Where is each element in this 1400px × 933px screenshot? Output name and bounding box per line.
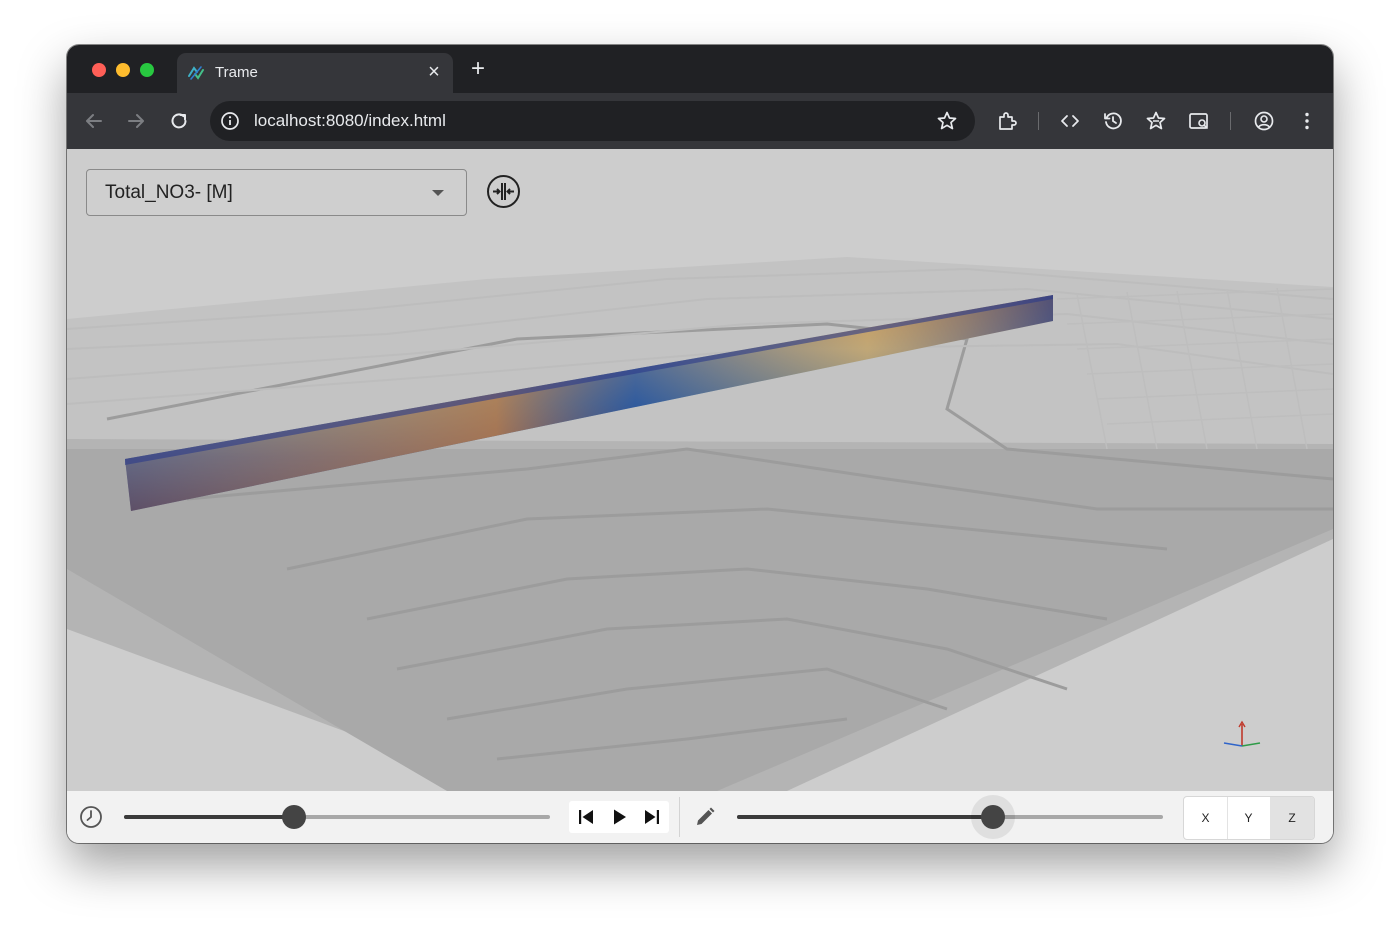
tab-trame[interactable]: Trame × [177,53,453,93]
play-icon[interactable] [607,805,631,829]
tab-title: Trame [215,64,258,81]
first-frame-icon[interactable] [574,805,598,829]
3d-render-view[interactable] [67,149,1333,791]
reset-camera-button[interactable] [486,174,521,209]
close-window-button[interactable] [92,63,106,77]
time-slider[interactable] [124,805,550,829]
scale-slider[interactable] [737,795,1163,839]
view-z-button[interactable]: Z [1270,797,1314,839]
maximize-window-button[interactable] [140,63,154,77]
tab-search-icon[interactable] [1187,109,1211,133]
last-frame-icon[interactable] [640,805,664,829]
reset-camera-icon [487,175,520,208]
trame-logo-icon [185,62,207,84]
view-x-button[interactable]: X [1184,797,1228,839]
view-direction-buttons: X Y Z [1183,796,1315,840]
tab-close-button[interactable]: × [425,62,443,82]
url-text: localhost:8080/index.html [254,111,446,130]
field-select[interactable]: Total_NO3- [M] [86,169,467,216]
browser-toolbar: localhost:8080/index.html [67,93,1333,149]
clock-icon [79,805,103,829]
minimize-window-button[interactable] [116,63,130,77]
toolbar-separator [1038,112,1039,130]
reading-list-icon[interactable] [1144,109,1168,133]
app-content: Total_NO3- [M] X Y Z [67,149,1333,843]
title-bar: Trame × + [67,45,1333,93]
scale-slider-thumb[interactable] [981,805,1005,829]
toolbar-separator [1230,112,1231,130]
scale-slider-fill [737,815,993,819]
time-slider-thumb[interactable] [282,805,306,829]
control-separator [679,797,680,837]
menu-icon[interactable] [1295,109,1319,133]
new-tab-button[interactable]: + [467,57,489,81]
address-bar[interactable]: localhost:8080/index.html [210,101,975,141]
history-icon[interactable] [1101,109,1125,133]
bookmark-star-icon[interactable] [935,109,959,133]
control-bar: X Y Z [67,791,1333,843]
profile-icon[interactable] [1252,109,1276,133]
chevron-down-icon [432,190,444,196]
forward-icon[interactable] [124,109,148,133]
orientation-axes-icon [1217,709,1267,759]
extensions-icon[interactable] [995,109,1019,133]
code-icon[interactable] [1058,109,1082,133]
reload-icon[interactable] [167,109,191,133]
pencil-icon [693,805,717,829]
time-slider-fill [124,815,294,819]
field-select-value: Total_NO3- [M] [105,182,233,203]
browser-window: Trame × + localhost:8080/index.html Tota… [67,45,1333,843]
back-icon[interactable] [82,109,106,133]
view-y-button[interactable]: Y [1227,797,1271,839]
site-info-icon[interactable] [220,111,240,131]
playback-controls [569,801,669,833]
